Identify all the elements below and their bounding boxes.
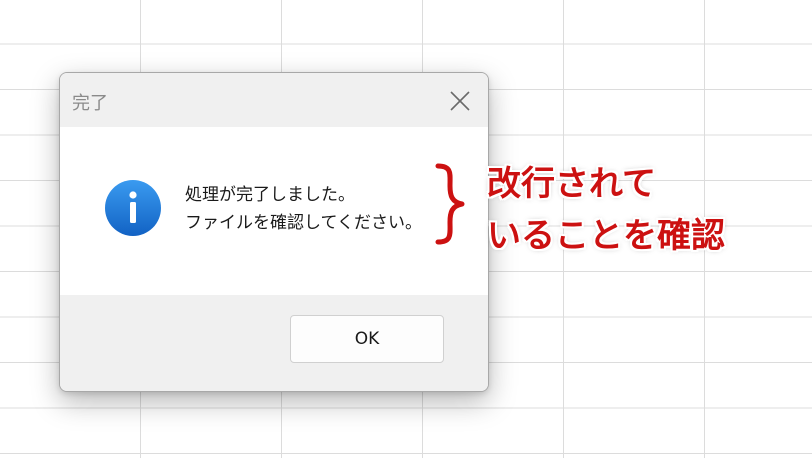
dialog-message: 処理が完了しました。 ファイルを確認してください。 bbox=[185, 185, 422, 233]
curly-brace-icon bbox=[432, 160, 468, 248]
close-icon bbox=[450, 91, 470, 111]
dialog-title: 完了 bbox=[72, 93, 108, 114]
info-icon bbox=[105, 180, 161, 236]
ok-button[interactable]: OK bbox=[290, 315, 444, 363]
close-button[interactable] bbox=[446, 87, 474, 115]
dialog-footer: OK bbox=[60, 295, 488, 391]
dialog-titlebar: 完了 bbox=[60, 73, 488, 127]
annotation-text: 改行されて いることを確認 bbox=[487, 164, 725, 256]
